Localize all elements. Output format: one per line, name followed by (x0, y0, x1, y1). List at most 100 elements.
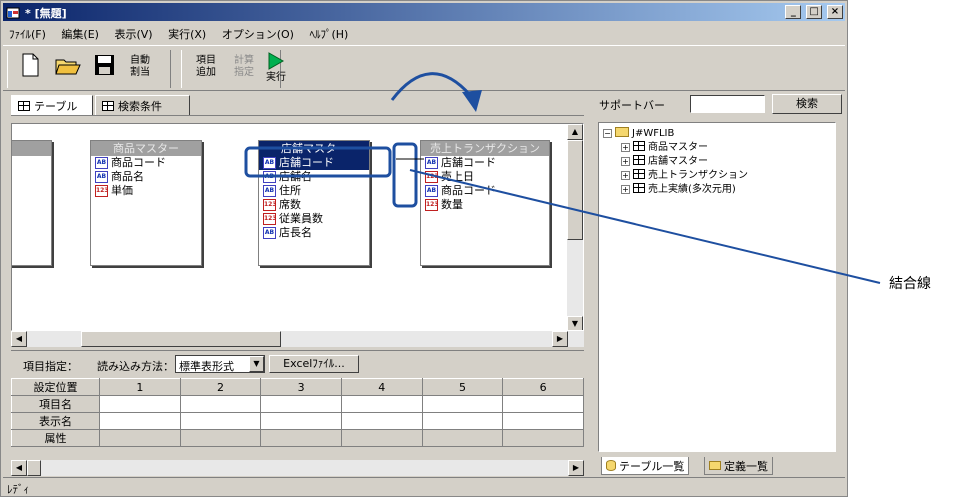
tab-table-list[interactable]: テーブル一覧 (601, 457, 690, 475)
tree-item[interactable]: + 売上実績(多次元用) (621, 183, 736, 196)
expand-icon[interactable]: + (621, 185, 630, 194)
tree-item[interactable]: + 商品マスター (621, 141, 708, 154)
field-label: 店舗名 (279, 170, 312, 183)
tree-item-label: 売上実績(多次元用) (648, 184, 736, 195)
minimize-button[interactable]: _ (785, 5, 802, 19)
grid-cell[interactable] (340, 429, 423, 447)
scroll-down-arrow-icon[interactable]: ▼ (567, 316, 583, 330)
canvas-horizontal-scrollbar[interactable]: ◀ ▶ (11, 331, 584, 347)
status-bar: ﾚﾃﾞｨ (3, 477, 845, 496)
row-header: 項目名 (11, 395, 100, 413)
grid-cell[interactable] (340, 412, 423, 430)
field-quantity[interactable]: 123 数量 (421, 198, 549, 212)
table-card-sales[interactable]: 売上トランザクション AB 店舗コード 123 売上日 AB 商品コード 123 数量 (420, 140, 550, 266)
run-button[interactable]: 実行 (261, 52, 291, 83)
field-sales-product-code[interactable]: AB 商品コード (421, 184, 549, 198)
table-card-products[interactable]: 商品マスター AB 商品コード AB 商品名 123 単価 (90, 140, 202, 266)
table-icon (633, 155, 645, 165)
dropdown-arrow-icon[interactable]: ▼ (249, 356, 264, 372)
tab-table-list-label: テーブル一覧 (619, 460, 685, 473)
menu-options[interactable]: オプション(O) (216, 23, 300, 44)
grid-cell[interactable] (502, 395, 584, 413)
new-file-icon (22, 53, 39, 77)
excel-file-button[interactable]: Excelﾌｧｲﾙ... (269, 355, 359, 373)
field-address[interactable]: AB 住所 (259, 184, 369, 198)
auto-assign-button[interactable]: 自動 割当 (125, 52, 155, 82)
row-header: 属性 (11, 429, 100, 447)
add-item-label: 項目 追加 (196, 55, 216, 78)
scroll-up-arrow-icon[interactable]: ▲ (567, 124, 583, 140)
field-label: 商品コード (441, 184, 496, 197)
table-card-partial[interactable] (12, 140, 52, 266)
add-item-button[interactable]: 項目 追加 (191, 52, 221, 82)
support-search-button[interactable]: 検索 (772, 94, 842, 114)
field-manager-name[interactable]: AB 店長名 (259, 226, 369, 240)
grid-cell[interactable] (502, 412, 584, 430)
scroll-thumb[interactable] (81, 331, 281, 347)
expand-icon[interactable]: + (621, 157, 630, 166)
field-unit-price[interactable]: 123 単価 (91, 184, 201, 198)
grid-cell[interactable] (99, 412, 181, 430)
grid-cell[interactable] (421, 429, 504, 447)
number-type-icon: 123 (263, 199, 277, 211)
menu-edit[interactable]: 編集(E) (55, 23, 105, 44)
grid-cell[interactable] (421, 395, 504, 413)
field-store-code[interactable]: AB 店舗コード (259, 156, 369, 170)
menu-view[interactable]: 表示(V) (108, 23, 158, 44)
field-product-name[interactable]: AB 商品名 (91, 170, 201, 184)
tab-definition-list-label: 定義一覧 (724, 460, 768, 473)
scroll-right-arrow-icon[interactable]: ▶ (568, 460, 584, 476)
library-tree[interactable]: − J#WFLIB + 商品マスター + 店舗マスター + 売上トランザクション + 売上… (598, 122, 836, 452)
field-employees[interactable]: 123 従業員数 (259, 212, 369, 226)
calc-assign-button[interactable]: 計算 指定 (229, 52, 259, 82)
table-card-partial-header (12, 141, 51, 156)
grid-cell[interactable] (99, 429, 181, 447)
canvas-vertical-scrollbar[interactable]: ▲ ▼ (567, 124, 583, 330)
tab-definition-list[interactable]: 定義一覧 (704, 457, 773, 475)
maximize-button[interactable]: □ (806, 5, 823, 19)
grid-horizontal-scrollbar[interactable]: ◀ ▶ (11, 460, 584, 476)
scroll-right-arrow-icon[interactable]: ▶ (552, 331, 568, 347)
menu-run[interactable]: 実行(X) (162, 23, 212, 44)
tree-item[interactable]: + 売上トランザクション (621, 169, 748, 182)
new-button[interactable] (15, 52, 45, 82)
menu-help[interactable]: ﾍﾙﾌﾟ(H) (303, 23, 354, 44)
field-store-name[interactable]: AB 店舗名 (259, 170, 369, 184)
grid-cell[interactable] (179, 412, 262, 430)
expand-icon[interactable]: + (621, 143, 630, 152)
scroll-left-arrow-icon[interactable]: ◀ (11, 331, 27, 347)
grid-cell[interactable] (179, 429, 262, 447)
grid-cell[interactable] (340, 395, 423, 413)
support-search-input[interactable] (690, 95, 765, 113)
grid-cell[interactable] (260, 412, 342, 430)
read-method-select[interactable]: 標準表形式 ▼ (175, 355, 265, 373)
number-type-icon: 123 (425, 171, 439, 183)
support-bar-label: サポートバー (599, 99, 665, 112)
scroll-thumb[interactable] (567, 140, 583, 240)
grid-cell[interactable] (421, 412, 504, 430)
tree-root[interactable]: − J#WFLIB (603, 127, 674, 140)
table-card-stores[interactable]: 店舗マスター AB 店舗コード AB 店舗名 AB 住所 123 席数 123 従業員数 … (258, 140, 370, 266)
field-sales-date[interactable]: 123 売上日 (421, 170, 549, 184)
tab-search-conditions[interactable]: 検索条件 (95, 95, 190, 115)
grid-cell[interactable] (260, 395, 342, 413)
menu-file[interactable]: ﾌｧｲﾙ(F) (3, 23, 52, 44)
grid-cell[interactable] (260, 429, 342, 447)
save-button[interactable] (89, 52, 119, 82)
scroll-left-arrow-icon[interactable]: ◀ (11, 460, 27, 476)
open-button[interactable] (53, 52, 83, 82)
field-seats[interactable]: 123 席数 (259, 198, 369, 212)
grid-cell[interactable] (99, 395, 181, 413)
field-label: 商品コード (111, 156, 166, 169)
collapse-icon[interactable]: − (603, 129, 612, 138)
grid-cell[interactable] (179, 395, 262, 413)
grid-cell[interactable] (502, 429, 584, 447)
field-product-code[interactable]: AB 商品コード (91, 156, 201, 170)
tree-item[interactable]: + 店舗マスター (621, 155, 708, 168)
scroll-thumb[interactable] (27, 460, 41, 476)
table-canvas[interactable]: 商品マスター AB 商品コード AB 商品名 123 単価 店舗マスター AB 店舗コー… (11, 123, 584, 331)
close-button[interactable]: × (827, 5, 843, 19)
field-sales-store-code[interactable]: AB 店舗コード (421, 156, 549, 170)
tab-table[interactable]: テーブル (11, 95, 93, 115)
expand-icon[interactable]: + (621, 171, 630, 180)
